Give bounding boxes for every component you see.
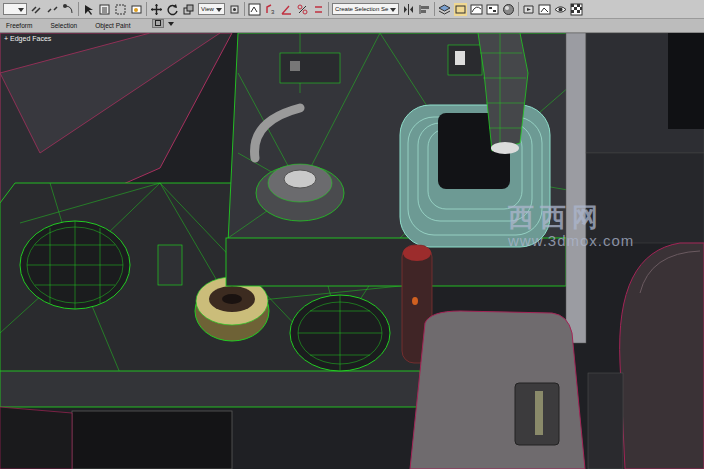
rect-select-icon[interactable]	[114, 3, 127, 16]
watermark-title: 西西网	[508, 203, 634, 232]
checker-icon[interactable]	[570, 3, 583, 16]
perspective-viewport[interactable]: + Edged Faces 西西网 www.3dmox.com	[0, 33, 704, 469]
ribbon-toggle-icon[interactable]	[454, 3, 467, 16]
ribbon-tab[interactable]: Freeform	[3, 20, 35, 32]
render-icon[interactable]	[554, 3, 567, 16]
ribbon-tab[interactable]: Selection	[47, 20, 80, 32]
curve-editor-icon[interactable]	[470, 3, 483, 16]
move-icon[interactable]	[150, 3, 163, 16]
material-editor-icon[interactable]	[502, 3, 515, 16]
pivot-icon[interactable]	[228, 3, 241, 16]
view-dropdown-value: View	[201, 6, 214, 12]
rotate-icon[interactable]	[166, 3, 179, 16]
svg-text:3: 3	[271, 9, 275, 15]
percent-snap-icon[interactable]	[296, 3, 309, 16]
watermark: 西西网 www.3dmox.com	[508, 203, 634, 250]
schematic-icon[interactable]	[486, 3, 499, 16]
link-icon[interactable]	[30, 3, 43, 16]
bind-icon[interactable]	[62, 3, 75, 16]
viewport-label[interactable]: + Edged Faces	[4, 35, 51, 43]
unlink-icon[interactable]	[46, 3, 59, 16]
car-interior-model[interactable]	[0, 33, 704, 469]
undo-dropdown[interactable]	[3, 3, 27, 15]
watermark-url: www.3dmox.com	[508, 232, 634, 250]
selection-set-value: Create Selection Se	[335, 6, 388, 12]
select-icon[interactable]	[82, 3, 95, 16]
reference-coordinate-dropdown[interactable]: View	[198, 3, 225, 15]
ribbon-tabs: Freeform Selection Object Paint	[0, 19, 704, 33]
selection-set-dropdown[interactable]: Create Selection Se	[332, 3, 399, 15]
ribbon-tab[interactable]: Object Paint	[92, 20, 133, 32]
render-setup-icon[interactable]	[522, 3, 535, 16]
main-toolbar: View 3 Create Selection Se	[0, 0, 704, 19]
align-icon[interactable]	[418, 3, 431, 16]
window-crossing-icon[interactable]	[130, 3, 143, 16]
select-list-icon[interactable]	[98, 3, 111, 16]
select-manipulate-icon[interactable]	[248, 3, 261, 16]
spinner-snap-icon[interactable]	[312, 3, 325, 16]
snap-icon[interactable]: 3	[264, 3, 277, 16]
mirror-icon[interactable]	[402, 3, 415, 16]
layer-icon[interactable]	[438, 3, 451, 16]
render-frame-icon[interactable]	[538, 3, 551, 16]
angle-snap-icon[interactable]	[280, 3, 293, 16]
viewport-label-text[interactable]: + Edged Faces	[4, 35, 51, 42]
ribbon-options-button[interactable]	[152, 19, 164, 28]
scale-icon[interactable]	[182, 3, 195, 16]
panel-icon	[155, 20, 161, 26]
dropdown-arrow-icon[interactable]	[168, 21, 174, 27]
